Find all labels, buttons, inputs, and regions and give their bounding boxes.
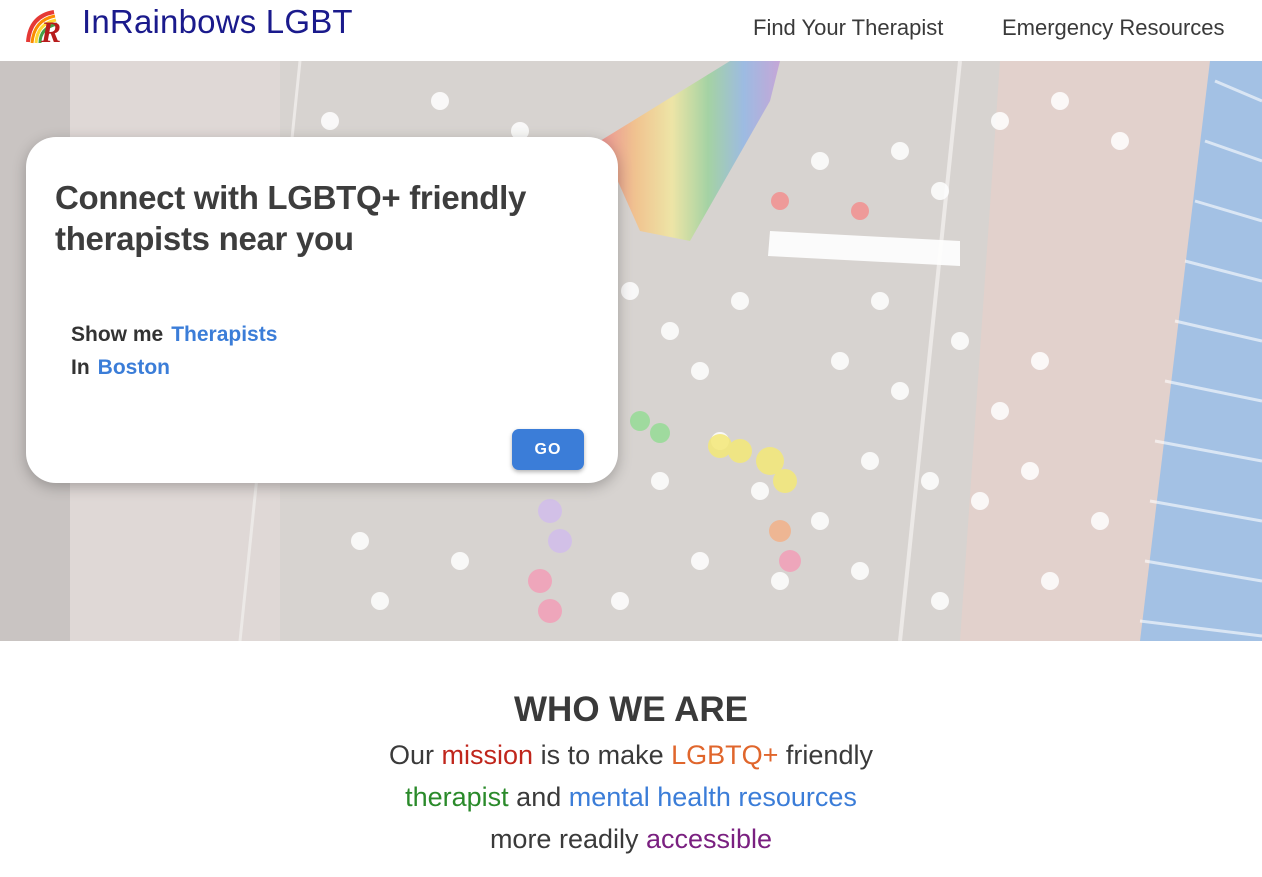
go-button[interactable]: GO [512,429,584,470]
mission-highlight-lgbtq: LGBTQ+ [671,740,779,770]
mission-highlight-mission: mission [441,740,534,770]
in-label: In [71,356,90,379]
site-header: R InRainbows LGBT Find Your Therapist Em… [0,0,1262,61]
who-we-are-title: WHO WE ARE [514,690,748,729]
mission-text: Our [389,740,442,770]
nav-emergency-resources[interactable]: Emergency Resources [1002,14,1225,42]
mission-text: friendly [778,740,873,770]
who-we-are-section: WHO WE ARE Our mission is to make LGBTQ+… [0,688,1262,860]
mission-statement: Our mission is to make LGBTQ+ friendly t… [371,734,891,860]
location-row: In Boston [71,354,170,382]
brand-name[interactable]: InRainbows LGBT [82,2,353,42]
hero-title: Connect with LGBTQ+ friendly therapists … [55,179,527,257]
show-me-select[interactable]: Therapists [171,323,277,346]
svg-text:R: R [40,16,61,46]
search-card: Connect with LGBTQ+ friendly therapists … [26,137,618,483]
mission-highlight-resources: mental health resources [568,782,857,812]
nav-find-therapist[interactable]: Find Your Therapist [753,14,943,42]
mission-highlight-therapist: therapist [405,782,509,812]
show-me-label: Show me [71,323,164,346]
show-me-row: Show me Therapists [71,321,277,349]
mission-text: is to make [533,740,672,770]
mission-highlight-accessible: accessible [646,824,773,854]
location-select[interactable]: Boston [98,356,170,379]
mission-text: and [508,782,569,812]
rainbow-logo-icon[interactable]: R [24,6,64,49]
mission-text: more readily [489,824,646,854]
